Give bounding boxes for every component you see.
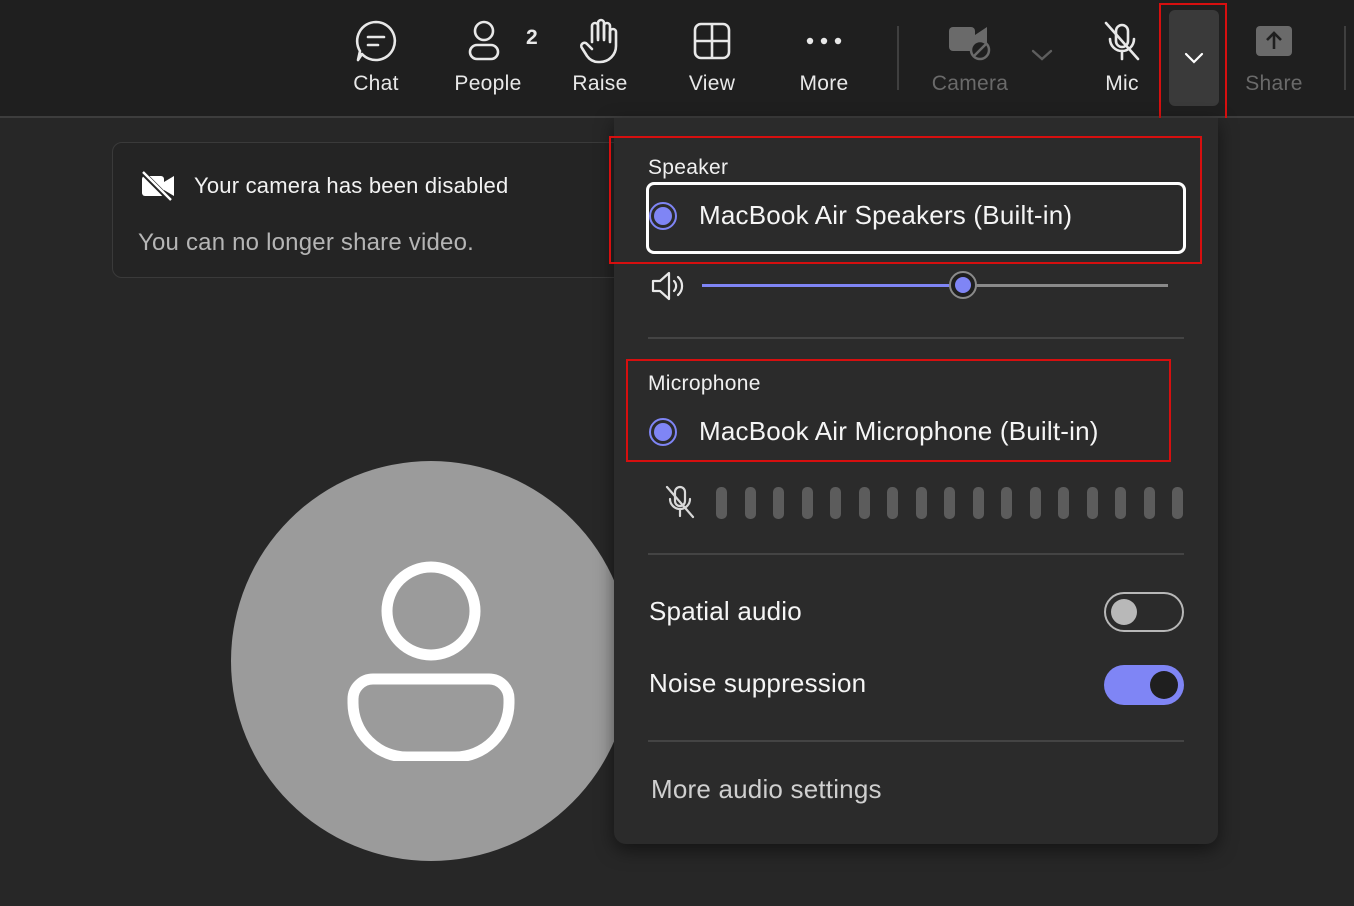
- mic-level-meter: [716, 487, 1183, 519]
- chat-button[interactable]: Chat: [326, 18, 426, 102]
- microphone-device-option[interactable]: MacBook Air Microphone (Built-in): [649, 416, 1099, 447]
- meeting-toolbar: Chat 2 People Raise View More Camera Mic…: [0, 0, 1354, 120]
- spatial-audio-toggle[interactable]: [1104, 592, 1184, 632]
- meter-bar: [744, 487, 756, 519]
- notice-subtitle: You can no longer share video.: [138, 229, 475, 256]
- raise-label: Raise: [572, 72, 628, 95]
- meter-bar: [830, 487, 841, 519]
- mic-button[interactable]: Mic: [1072, 18, 1172, 102]
- meter-bar: [972, 487, 984, 519]
- chevron-down-icon: [1184, 52, 1204, 64]
- microphone-device-name: MacBook Air Microphone (Built-in): [699, 416, 1099, 446]
- microphone-section-label: Microphone: [648, 372, 761, 395]
- camera-button[interactable]: Camera: [920, 18, 1020, 102]
- mic-label: Mic: [1105, 72, 1139, 95]
- video-off-icon: [140, 170, 176, 207]
- raise-hand-button[interactable]: Raise: [550, 18, 650, 102]
- speaker-volume-fill: [702, 284, 963, 287]
- speaker-volume-icon: [650, 270, 686, 307]
- meter-bar: [858, 487, 870, 519]
- meter-bar: [801, 487, 813, 519]
- more-button[interactable]: More: [774, 18, 874, 102]
- toolbar-separator: [897, 26, 899, 90]
- meter-bar: [1086, 487, 1098, 519]
- speaker-section-label: Speaker: [648, 156, 729, 179]
- mic-off-icon: [1100, 18, 1144, 64]
- camera-disabled-notice: Your camera has been disabled You can no…: [112, 142, 632, 278]
- spatial-audio-label: Spatial audio: [649, 596, 802, 626]
- view-label: View: [688, 72, 736, 95]
- mic-muted-icon: [664, 484, 696, 525]
- meter-bar: [944, 487, 955, 519]
- speaker-device-option[interactable]: MacBook Air Speakers (Built-in): [649, 200, 1072, 231]
- meter-bar: [773, 487, 784, 519]
- meter-bar: [1143, 487, 1155, 519]
- camera-label: Camera: [931, 72, 1009, 95]
- view-button[interactable]: View: [662, 18, 762, 102]
- avatar: [231, 461, 631, 861]
- view-grid-icon: [692, 18, 732, 64]
- share-label: Share: [1245, 72, 1303, 95]
- chat-icon: [354, 18, 398, 64]
- microphone-radio[interactable]: [649, 417, 677, 446]
- people-button[interactable]: 2 People: [438, 18, 538, 102]
- notice-title: Your camera has been disabled: [194, 173, 509, 198]
- panel-divider: [648, 740, 1184, 742]
- share-button[interactable]: Share: [1224, 18, 1324, 102]
- panel-divider: [648, 337, 1184, 339]
- toolbar-separator: [1344, 26, 1346, 90]
- speaker-volume-thumb[interactable]: [948, 271, 977, 299]
- people-icon: 2: [466, 18, 538, 64]
- meter-bar: [1001, 487, 1012, 519]
- people-count-badge: 2: [526, 26, 538, 49]
- camera-off-icon: [947, 18, 993, 64]
- share-icon: [1254, 18, 1294, 64]
- speaker-volume-slider[interactable]: [702, 271, 1168, 299]
- meter-bar: [1172, 487, 1183, 519]
- chat-label: Chat: [353, 72, 399, 95]
- raise-hand-icon: [578, 18, 622, 64]
- meter-bar: [915, 487, 927, 519]
- mic-options-dropdown-button[interactable]: [1169, 10, 1219, 106]
- speaker-radio[interactable]: [649, 201, 677, 230]
- camera-options-chevron[interactable]: [1030, 48, 1054, 67]
- person-icon: [347, 561, 515, 761]
- more-audio-settings-link[interactable]: More audio settings: [651, 774, 882, 805]
- meter-bar: [887, 487, 898, 519]
- more-dots-icon: [804, 18, 844, 64]
- audio-settings-panel: Speaker MacBook Air Speakers (Built-in) …: [614, 118, 1218, 844]
- panel-divider: [648, 553, 1184, 555]
- meter-bar: [1058, 487, 1069, 519]
- speaker-device-name: MacBook Air Speakers (Built-in): [699, 200, 1073, 230]
- people-label: People: [454, 72, 522, 95]
- more-label: More: [799, 72, 849, 95]
- meter-bar: [716, 487, 727, 519]
- noise-suppression-label: Noise suppression: [649, 668, 867, 698]
- meter-bar: [1029, 487, 1041, 519]
- meter-bar: [1115, 487, 1126, 519]
- noise-suppression-toggle[interactable]: [1104, 665, 1184, 705]
